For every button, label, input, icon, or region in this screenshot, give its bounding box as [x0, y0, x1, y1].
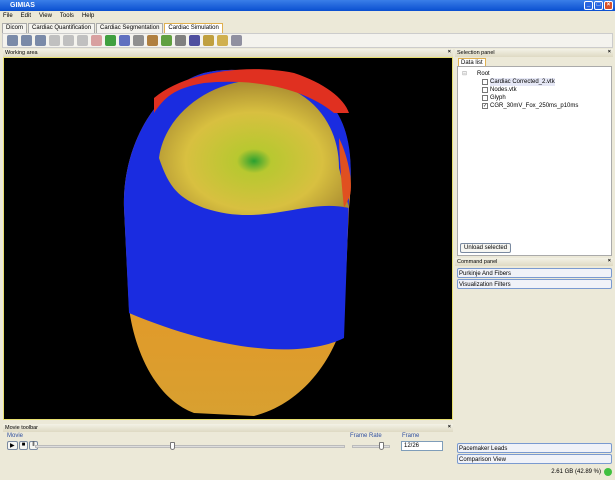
tab-dicom[interactable]: Dicom: [2, 23, 28, 33]
view-x-icon[interactable]: [49, 35, 60, 46]
tab-cardiac-quantification[interactable]: Cardiac Quantification: [28, 23, 96, 33]
movie-toolbar-header: Movie toolbar ×: [3, 424, 453, 432]
item-label: CGR_30mV_Fox_250ms_p10ms: [490, 103, 579, 109]
list-item[interactable]: Nodes.vtk: [462, 86, 611, 94]
layout-3-icon[interactable]: [35, 35, 46, 46]
pacemaker-leads-button[interactable]: Pacemaker Leads: [457, 443, 612, 453]
movie-slider-thumb[interactable]: [170, 442, 176, 450]
menu-help[interactable]: Help: [82, 13, 94, 20]
sphere-icon[interactable]: [189, 35, 200, 46]
frame-rate-slider[interactable]: [352, 442, 390, 450]
item-label: Nodes.vtk: [490, 87, 517, 93]
comparison-view-button[interactable]: Comparison View: [457, 454, 612, 464]
heart-mesh-render: [123, 69, 351, 416]
perspective-tabs: Dicom Cardiac Quantification Cardiac Seg…: [2, 23, 224, 33]
memory-indicator-icon: [604, 468, 612, 476]
movie-toolbar-title: Movie toolbar: [5, 425, 39, 431]
list-item[interactable]: ✓ CGR_30mV_Fox_250ms_p10ms: [462, 102, 611, 110]
view-3d-icon[interactable]: [91, 35, 102, 46]
item-label: Cardiac Corrected_2.vtk: [490, 78, 555, 86]
menu-bar: File Edit View Tools Help: [0, 11, 615, 22]
item-label: Glyph: [490, 95, 506, 101]
line-icon[interactable]: [133, 35, 144, 46]
list-item[interactable]: Cardiac Corrected_2.vtk: [462, 78, 611, 86]
unload-selected-button[interactable]: Unload selected: [460, 243, 512, 253]
expand-icon[interactable]: ⊟: [462, 70, 467, 78]
camera-icon[interactable]: [175, 35, 186, 46]
close-icon[interactable]: ×: [608, 258, 611, 264]
checkbox[interactable]: [482, 79, 488, 85]
layout-2-icon[interactable]: [21, 35, 32, 46]
checkbox-checked[interactable]: ✓: [482, 103, 488, 109]
main-toolbar: [2, 33, 613, 48]
render-view[interactable]: [3, 57, 453, 420]
title-bar: GIMIAS _ □ ×: [0, 0, 615, 11]
transform-icon[interactable]: [119, 35, 130, 46]
frame-input[interactable]: 12/26: [401, 441, 443, 451]
ruler-icon[interactable]: [217, 35, 228, 46]
working-area-header: Working area ×: [3, 49, 453, 57]
tab-cardiac-segmentation[interactable]: Cardiac Segmentation: [96, 23, 164, 33]
close-button[interactable]: ×: [604, 1, 613, 10]
frame-rate-label: Frame Rate: [350, 433, 382, 439]
movie-label: Movie: [7, 433, 24, 439]
working-area-title: Working area: [5, 50, 38, 56]
menu-edit[interactable]: Edit: [21, 13, 31, 20]
menu-view[interactable]: View: [39, 13, 52, 20]
clipboard-icon[interactable]: [147, 35, 158, 46]
play-button[interactable]: ▶: [7, 441, 18, 450]
maximize-button[interactable]: □: [594, 1, 603, 10]
checkbox[interactable]: [482, 95, 488, 101]
tab-cardiac-simulation[interactable]: Cardiac Simulation: [164, 23, 223, 33]
memory-status: 2.61 GB (42.89 %): [551, 469, 601, 475]
close-icon[interactable]: ×: [608, 49, 611, 55]
command-panel-title: Command panel: [457, 259, 498, 265]
visualization-filters-button[interactable]: Visualization Filters: [457, 279, 612, 289]
lasso-icon[interactable]: [231, 35, 242, 46]
purkinje-fibers-button[interactable]: Purkinje And Fibers: [457, 268, 612, 278]
list-item[interactable]: Glyph: [462, 94, 611, 102]
frame-label: Frame: [402, 433, 420, 439]
layout-1-icon[interactable]: [7, 35, 18, 46]
minimize-button[interactable]: _: [584, 1, 593, 10]
frame-rate-thumb[interactable]: [379, 442, 385, 450]
movie-slider[interactable]: [35, 442, 345, 450]
window-title: GIMIAS: [10, 2, 35, 9]
view-y-icon[interactable]: [63, 35, 74, 46]
tree-root[interactable]: Root: [477, 70, 490, 78]
stop-button[interactable]: ■: [18, 441, 29, 450]
selection-panel-header: Selection panel ×: [455, 49, 613, 57]
close-icon[interactable]: ×: [448, 49, 451, 55]
menu-tools[interactable]: Tools: [60, 13, 74, 20]
checkbox[interactable]: [482, 87, 488, 93]
menu-file[interactable]: File: [3, 13, 13, 20]
selection-panel-title: Selection panel: [457, 50, 495, 56]
view-z-icon[interactable]: [77, 35, 88, 46]
command-panel-header: Command panel ×: [455, 258, 613, 266]
data-list: ⊟ Root Cardiac Corrected_2.vtk Nodes.vtk …: [457, 66, 612, 256]
document-icon[interactable]: [203, 35, 214, 46]
close-icon[interactable]: ×: [448, 424, 451, 430]
eye-icon[interactable]: [161, 35, 172, 46]
recycle-icon[interactable]: [105, 35, 116, 46]
